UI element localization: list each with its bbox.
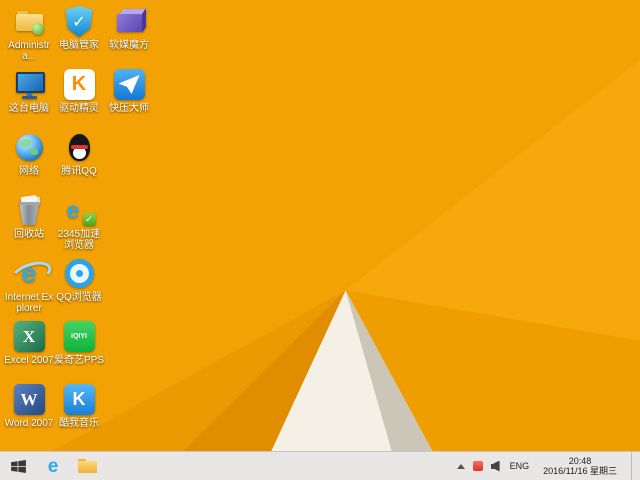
ring-icon xyxy=(63,257,96,290)
desktop-icon-recycle-bin[interactable]: 回收站 xyxy=(4,194,54,257)
tray-app-icon[interactable] xyxy=(472,461,483,471)
excel-icon: X xyxy=(13,320,46,353)
desktop-icon-label: Word 2007 xyxy=(4,418,54,429)
desktop-icon-label: QQ浏览器 xyxy=(56,292,102,303)
browser-e-shield-icon: e ✓ xyxy=(63,194,96,227)
language-indicator[interactable]: ENG xyxy=(510,461,530,471)
shield-icon: ✓ xyxy=(63,5,96,38)
desktop-icon-kuaizip[interactable]: 快压大师 xyxy=(104,68,154,131)
penguin-icon xyxy=(63,131,96,164)
globe-icon xyxy=(13,131,46,164)
taskbar-clock[interactable]: 20:48 2016/11/16 星期三 xyxy=(537,456,623,476)
folder-icon xyxy=(77,459,97,473)
user-folder-icon xyxy=(13,5,46,38)
desktop-icon-administrator[interactable]: Administra... xyxy=(4,5,54,68)
computer-icon xyxy=(13,68,46,101)
show-desktop-button[interactable] xyxy=(631,452,637,480)
desktop: Administra... 这台电脑 网络 回收站 e Internet Exp… xyxy=(0,0,640,480)
desktop-icon-label: 这台电脑 xyxy=(9,103,49,114)
cube-icon xyxy=(113,5,148,38)
desktop-icon-this-pc[interactable]: 这台电脑 xyxy=(4,68,54,131)
taskbar-empty-area xyxy=(104,452,457,480)
desktop-icon-driver-genius[interactable]: K 驱动精灵 xyxy=(54,68,104,131)
desktop-icon-ruanmei-mofang[interactable]: 软媒魔方 xyxy=(104,5,154,68)
desktop-icon-label: 电脑管家 xyxy=(59,40,99,51)
desktop-icon-iqiyi-pps[interactable]: iQIYI 爱奇艺PPS xyxy=(54,320,104,383)
volume-icon[interactable] xyxy=(490,460,502,472)
desktop-icon-qq-browser[interactable]: QQ浏览器 xyxy=(54,257,104,320)
desktop-icon-word-2007[interactable]: W Word 2007 xyxy=(4,383,54,446)
trash-icon xyxy=(13,194,46,227)
desktop-icon-label: 回收站 xyxy=(14,229,44,240)
clock-date: 2016/11/16 星期三 xyxy=(543,466,617,476)
k-letter-icon: K xyxy=(63,68,96,101)
ie-icon: e xyxy=(8,257,54,290)
desktop-icon-pc-manager[interactable]: ✓ 电脑管家 xyxy=(54,5,104,68)
iqiyi-icon: iQIYI xyxy=(63,320,96,353)
clock-time: 20:48 xyxy=(568,456,592,466)
desktop-icon-tencent-qq[interactable]: 腾讯QQ xyxy=(54,131,104,194)
desktop-icon-label: Excel 2007 xyxy=(4,355,54,366)
desktop-icon-excel-2007[interactable]: X Excel 2007 xyxy=(4,320,54,383)
desktop-icon-label: 网络 xyxy=(19,166,39,177)
kite-icon xyxy=(113,68,146,101)
system-tray: ENG 20:48 2016/11/16 星期三 xyxy=(456,452,640,480)
desktop-icon-label: 爱奇艺PPS xyxy=(54,355,105,366)
taskbar: e ENG 20:48 2016/11/16 星期三 xyxy=(0,451,640,480)
desktop-icon-label: Internet Explorer xyxy=(4,292,54,314)
desktop-icon-label: 驱动精灵 xyxy=(59,103,99,114)
desktop-icon-label: 酷我音乐 xyxy=(59,418,99,429)
desktop-icon-2345-browser[interactable]: e ✓ 2345加速浏览器 xyxy=(54,194,104,257)
desktop-icon-label: Administra... xyxy=(8,40,50,62)
desktop-icon-network[interactable]: 网络 xyxy=(4,131,54,194)
ie-icon: e xyxy=(47,455,59,477)
taskbar-internet-explorer-button[interactable]: e xyxy=(36,452,70,480)
desktop-icon-label: 腾讯QQ xyxy=(61,166,97,177)
windows-logo-icon xyxy=(10,459,26,473)
desktop-icon-label: 软媒魔方 xyxy=(109,40,149,51)
desktop-icon-label: 快压大师 xyxy=(109,103,149,114)
desktop-icon-internet-explorer[interactable]: e Internet Explorer xyxy=(4,257,54,320)
desktop-icon-grid: Administra... 这台电脑 网络 回收站 e Internet Exp… xyxy=(4,5,154,446)
desktop-icon-label: 2345加速浏览器 xyxy=(57,229,101,251)
taskbar-file-explorer-button[interactable] xyxy=(70,452,104,480)
start-button[interactable] xyxy=(0,452,36,480)
desktop-icon-kuwo-music[interactable]: K 酷我音乐 xyxy=(54,383,104,446)
kuwo-k-icon: K xyxy=(63,383,96,416)
show-hidden-icons-icon[interactable] xyxy=(456,463,465,469)
word-icon: W xyxy=(13,383,46,416)
